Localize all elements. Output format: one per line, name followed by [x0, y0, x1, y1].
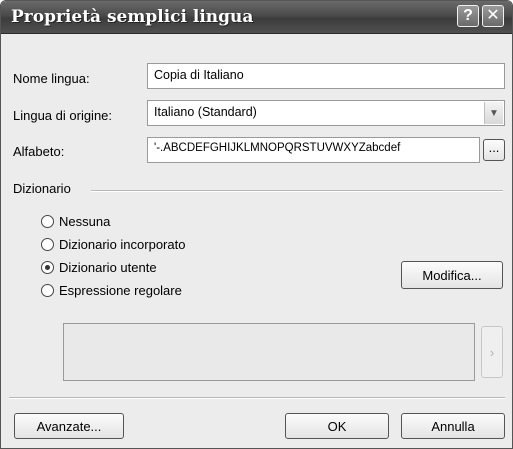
chevron-right-icon[interactable]: › [481, 326, 503, 378]
chevron-down-icon[interactable]: ▼ [484, 102, 503, 124]
title-bar[interactable]: Proprietà semplici lingua ? ✕ [1, 1, 512, 34]
dialog-title: Proprietà semplici lingua [11, 7, 254, 27]
alphabet-browse-button[interactable]: ... [483, 139, 505, 161]
source-language-value: Italiano (Standard) [154, 105, 257, 119]
help-icon[interactable]: ? [457, 5, 479, 27]
radio-none-label: Nessuna [59, 214, 111, 229]
radio-button[interactable] [41, 215, 54, 228]
radio-button-selected[interactable] [41, 261, 54, 274]
radio-user-dictionary[interactable]: Dizionario utente [41, 260, 157, 275]
cancel-button[interactable]: Annulla [401, 413, 505, 439]
language-properties-dialog: Proprietà semplici lingua ? ✕ Nome lingu… [0, 0, 513, 449]
radio-button[interactable] [41, 238, 54, 251]
source-language-select[interactable]: Italiano (Standard) ▼ [147, 100, 505, 126]
advanced-button[interactable]: Avanzate... [14, 413, 124, 439]
ok-button[interactable]: OK [285, 413, 389, 439]
alphabet-input[interactable]: '-.ABCDEFGHIJKLMNOPQRSTUVWXYZabcdef [147, 137, 480, 163]
dictionary-group-label: Dizionario [13, 181, 71, 196]
alphabet-label: Alfabeto: [13, 144, 65, 159]
source-language-label: Lingua di origine: [13, 108, 113, 123]
radio-button[interactable] [41, 284, 54, 297]
radio-user-dictionary-label: Dizionario utente [59, 260, 157, 275]
radio-none[interactable]: Nessuna [41, 214, 110, 229]
language-name-label: Nome lingua: [13, 71, 90, 86]
radio-builtin-dictionary[interactable]: Dizionario incorporato [41, 237, 185, 252]
group-divider [91, 190, 503, 192]
edit-dictionary-button[interactable]: Modifica... [401, 261, 503, 289]
regular-expression-box[interactable] [63, 323, 475, 381]
language-name-input[interactable]: Copia di Italiano [147, 63, 505, 89]
radio-regular-expression[interactable]: Espressione regolare [41, 283, 182, 298]
close-icon[interactable]: ✕ [482, 5, 504, 27]
footer-divider [9, 397, 505, 399]
radio-regular-expression-label: Espressione regolare [59, 283, 182, 298]
radio-builtin-dictionary-label: Dizionario incorporato [59, 237, 186, 252]
